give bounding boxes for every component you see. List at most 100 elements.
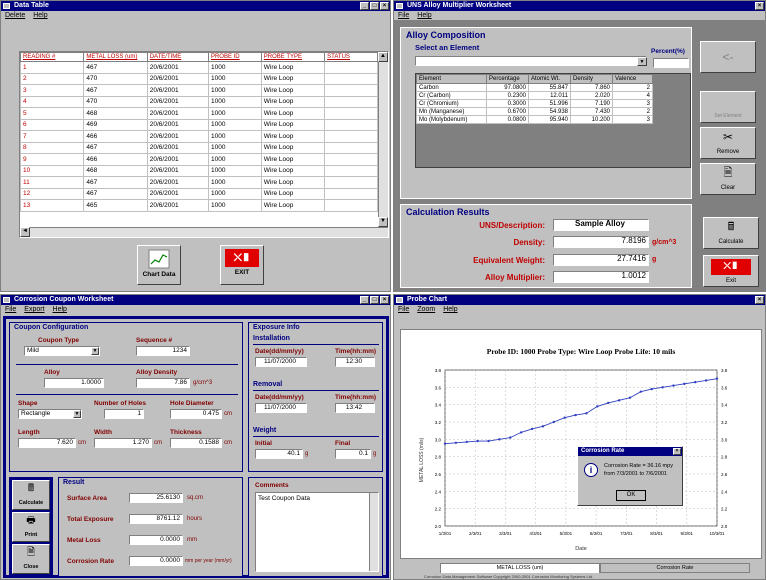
column-header[interactable]: Valence (612, 74, 653, 84)
maximize-icon[interactable]: □ (370, 2, 379, 10)
initial-weight-input[interactable]: 40.1 (255, 449, 303, 459)
chevron-down-icon[interactable]: ▼ (91, 347, 99, 355)
menu-help[interactable]: Help (53, 305, 67, 314)
calculate-button[interactable]: 🖩 Calculate (703, 217, 759, 249)
alloy-exit-button[interactable]: ⛌▮ Exit (703, 255, 759, 287)
chart-data-button[interactable]: Chart Data (137, 245, 181, 285)
uns-value[interactable]: Sample Alloy (553, 219, 649, 231)
element-grid[interactable]: Element Percentage Atomic Wt. Density Valenc… (415, 73, 691, 168)
column-header[interactable]: Atomic Wt. (528, 74, 571, 84)
y-tick-label-right: 2.4 (721, 489, 728, 494)
column-header[interactable]: PROBE TYPE (260, 52, 326, 62)
table-row[interactable]: 6 469 20/6/2001 1000 Wire Loop (19, 118, 378, 131)
add-element-button[interactable]: <- (700, 41, 756, 73)
table-cell: Wire Loop (260, 61, 326, 74)
column-header[interactable]: PROBE ID (207, 52, 262, 62)
data-grid[interactable]: READING # METAL LOSS (um) DATE/TIME PROBE I… (19, 51, 389, 238)
clear-button[interactable]: 🗎 Clear (700, 163, 756, 195)
exit-button[interactable]: ⛌▮ EXIT (220, 245, 264, 285)
column-header[interactable]: STATUS (324, 52, 378, 62)
length-input[interactable]: 7.620 (18, 438, 76, 448)
minimize-icon[interactable]: _ (360, 2, 369, 10)
table-row[interactable]: 7 466 20/6/2001 1000 Wire Loop (19, 130, 378, 143)
thickness-input[interactable]: 0.1588 (170, 438, 222, 448)
set-element-button[interactable]: Set Element (700, 91, 756, 123)
width-input[interactable]: 1.270 (94, 438, 152, 448)
calculate-button[interactable]: 🖩 Calculate (12, 480, 50, 510)
hole-diameter-input[interactable]: 0.475 (170, 409, 222, 419)
chevron-down-icon[interactable]: ▼ (637, 57, 647, 66)
table-row[interactable]: 5 468 20/6/2001 1000 Wire Loop (19, 107, 378, 120)
removal-time-input[interactable]: 13:42 (335, 403, 375, 413)
select-element-dropdown[interactable] (415, 56, 647, 66)
menu-export[interactable]: Export (24, 305, 44, 314)
holes-input[interactable]: 1 (104, 409, 144, 419)
y-tick-label-right: 3.8 (721, 368, 728, 373)
removal-time-label: Time(hh:mm) (335, 394, 377, 401)
menu-file[interactable]: File (398, 11, 409, 20)
install-date-input[interactable]: 11/07/2000 (255, 357, 307, 367)
menu-help[interactable]: Help (417, 11, 431, 20)
table-row[interactable]: 8 467 20/6/2001 1000 Wire Loop (19, 141, 378, 154)
table-row[interactable]: 1 467 20/6/2001 1000 Wire Loop (19, 61, 378, 74)
menu-delete[interactable]: Delete (5, 11, 25, 20)
print-button[interactable]: 🖶 Print (12, 512, 50, 542)
close-icon[interactable]: × (380, 2, 389, 10)
comments-scrollbar[interactable] (369, 493, 378, 571)
alloy-density-input[interactable]: 7.86 (136, 378, 190, 388)
tab-metal-loss[interactable]: METAL LOSS (um) (440, 563, 600, 573)
scroll-left-button[interactable]: ◄ (20, 227, 30, 237)
y-tick-label-right: 3.0 (721, 437, 728, 442)
column-header[interactable]: Percentage (486, 74, 529, 84)
menu-file[interactable]: File (5, 305, 16, 314)
close-icon[interactable]: × (755, 296, 764, 304)
tab-corrosion-rate[interactable]: Corrosion Rate (600, 563, 750, 573)
scroll-up-button[interactable]: ▲ (378, 52, 388, 62)
menu-help[interactable]: Help (443, 305, 457, 314)
length-unit: cm (78, 440, 86, 446)
maximize-icon[interactable]: □ (370, 296, 379, 304)
vertical-scrollbar[interactable] (378, 52, 388, 237)
horizontal-scrollbar[interactable] (20, 227, 388, 237)
table-row[interactable]: 10 468 20/6/2001 1000 Wire Loop (19, 164, 378, 177)
table-row[interactable]: 11 467 20/6/2001 1000 Wire Loop (19, 176, 378, 189)
table-row[interactable]: 9 466 20/6/2001 1000 Wire Loop (19, 153, 378, 166)
table-row[interactable]: 3 467 20/6/2001 1000 Wire Loop (19, 84, 378, 97)
table-row[interactable]: 13 465 20/6/2001 1000 Wire Loop (19, 199, 378, 212)
close-icon[interactable]: × (755, 2, 764, 10)
chevron-down-icon[interactable]: ▼ (73, 410, 81, 418)
removal-date-input[interactable]: 11/07/2000 (255, 403, 307, 413)
final-weight-input[interactable]: 0.1 (335, 449, 371, 459)
menu-help[interactable]: Help (33, 11, 47, 20)
dialog-ok-button[interactable]: OK (616, 490, 646, 501)
table-row[interactable]: 4 470 20/6/2001 1000 Wire Loop (19, 95, 378, 108)
coupon-type-dropdown[interactable]: Mild (24, 346, 100, 356)
table-row[interactable]: Carbon 97.0800 55.847 7.860 2 (416, 83, 653, 92)
table-row[interactable]: Cr (Chromium) 0.3000 51.996 7.190 3 (416, 99, 653, 108)
comments-textarea[interactable]: Test Coupon Data (255, 492, 379, 572)
menu-file[interactable]: File (398, 305, 409, 314)
table-cell: 1000 (207, 130, 262, 143)
table-row[interactable]: Mo (Molybdenum) 0.0800 95.940 10.200 3 (416, 115, 653, 124)
column-header[interactable]: Density (570, 74, 613, 84)
column-header[interactable]: Element (416, 74, 487, 84)
percent-input[interactable] (653, 58, 689, 68)
table-row[interactable]: 12 467 20/6/2001 1000 Wire Loop (19, 187, 378, 200)
install-time-input[interactable]: 12:30 (335, 357, 375, 367)
alloy-input[interactable]: 1.0000 (44, 378, 104, 388)
table-cell: 20/6/2001 (146, 187, 209, 200)
remove-button[interactable]: ✂ Remove (700, 127, 756, 159)
dialog-close-icon[interactable]: × (673, 448, 681, 455)
menu-zoom[interactable]: Zoom (417, 305, 435, 314)
table-row[interactable]: 2 470 20/6/2001 1000 Wire Loop (19, 72, 378, 85)
scroll-down-button[interactable]: ▼ (378, 217, 388, 227)
table-row[interactable]: Mn (Manganese) 0.6700 54.938 7.430 2 (416, 107, 653, 116)
close-button[interactable]: 🗎 Close (12, 544, 50, 574)
column-header[interactable]: METAL LOSS (um) (83, 52, 148, 62)
column-header[interactable]: DATE/TIME (146, 52, 209, 62)
column-header[interactable]: READING # (19, 52, 85, 62)
minimize-icon[interactable]: _ (360, 296, 369, 304)
sequence-input[interactable]: 1234 (136, 346, 190, 356)
close-icon[interactable]: × (380, 296, 389, 304)
table-row[interactable]: Cr (Carbon) 0.2300 12.011 2.020 4 (416, 91, 653, 100)
